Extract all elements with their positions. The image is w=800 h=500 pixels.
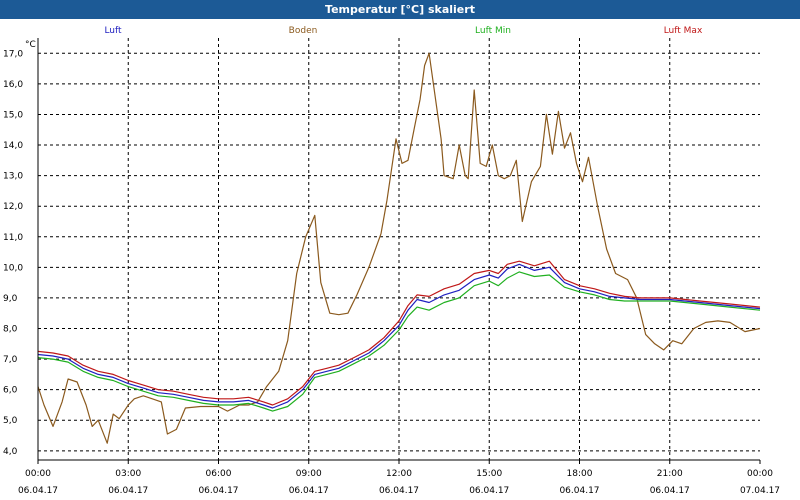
legend-entry-luft: Luft: [104, 26, 122, 36]
x-tick-time-label: 15:00: [476, 469, 502, 479]
y-tick-label: 6,0: [3, 386, 18, 396]
legend-entry-luft-max: Luft Max: [664, 26, 703, 36]
legend: Luft Boden Luft Min Luft Max: [104, 26, 703, 36]
x-tick-date-label: 06.04.17: [198, 486, 238, 496]
y-tick-label: 10,0: [3, 263, 23, 273]
y-tick-label: 11,0: [3, 233, 23, 243]
x-tick-date-label: 06.04.17: [18, 486, 58, 496]
x-tick-time-label: 03:00: [115, 469, 141, 479]
chart-title-bar: Temperatur [°C] skaliert: [0, 0, 800, 19]
x-tick-time-label: 00:00: [747, 469, 773, 479]
x-tick-date-label: 06.04.17: [108, 486, 148, 496]
x-tick-date-label: 06.04.17: [650, 486, 690, 496]
x-tick-date-label: 06.04.17: [469, 486, 509, 496]
x-tick-date-label: 06.04.17: [559, 486, 599, 496]
legend-entry-boden: Boden: [289, 26, 318, 36]
x-tick-time-label: 09:00: [296, 469, 322, 479]
y-tick-label: 12,0: [3, 202, 23, 212]
y-tick-label: 7,0: [3, 355, 18, 365]
x-tick-time-label: 21:00: [657, 469, 683, 479]
y-tick-label: 13,0: [3, 172, 23, 182]
temperature-chart: 4,0 5,0 6,0 7,0 8,0 9,0 10,0 11,0 12,0 13,0 14,0 15…: [3, 26, 780, 496]
y-tick-label: 9,0: [3, 294, 18, 304]
chart-title: Temperatur [°C] skaliert: [325, 3, 475, 16]
y-tick-label: 4,0: [3, 447, 18, 457]
x-tick-date-label: 06.04.17: [379, 486, 419, 496]
legend-entry-luft-min: Luft Min: [475, 26, 511, 36]
y-tick-label: 5,0: [3, 416, 18, 426]
x-tick-date-label: 06.04.17: [289, 486, 329, 496]
y-axis-unit-label: °C: [25, 40, 36, 50]
y-tick-label: 17,0: [3, 49, 23, 59]
x-tick-date-label: 07.04.17: [740, 486, 780, 496]
y-tick-label: 14,0: [3, 141, 23, 151]
y-tick-label: 16,0: [3, 80, 23, 90]
y-tick-label: 15,0: [3, 110, 23, 120]
x-tick-time-label: 00:00: [25, 469, 51, 479]
tick-labels: 4,0 5,0 6,0 7,0 8,0 9,0 10,0 11,0 12,0 13,0 14,0 15…: [3, 40, 780, 496]
x-tick-time-label: 18:00: [567, 469, 593, 479]
x-tick-time-label: 12:00: [386, 469, 412, 479]
y-tick-label: 8,0: [3, 325, 18, 335]
x-tick-time-label: 06:00: [206, 469, 232, 479]
